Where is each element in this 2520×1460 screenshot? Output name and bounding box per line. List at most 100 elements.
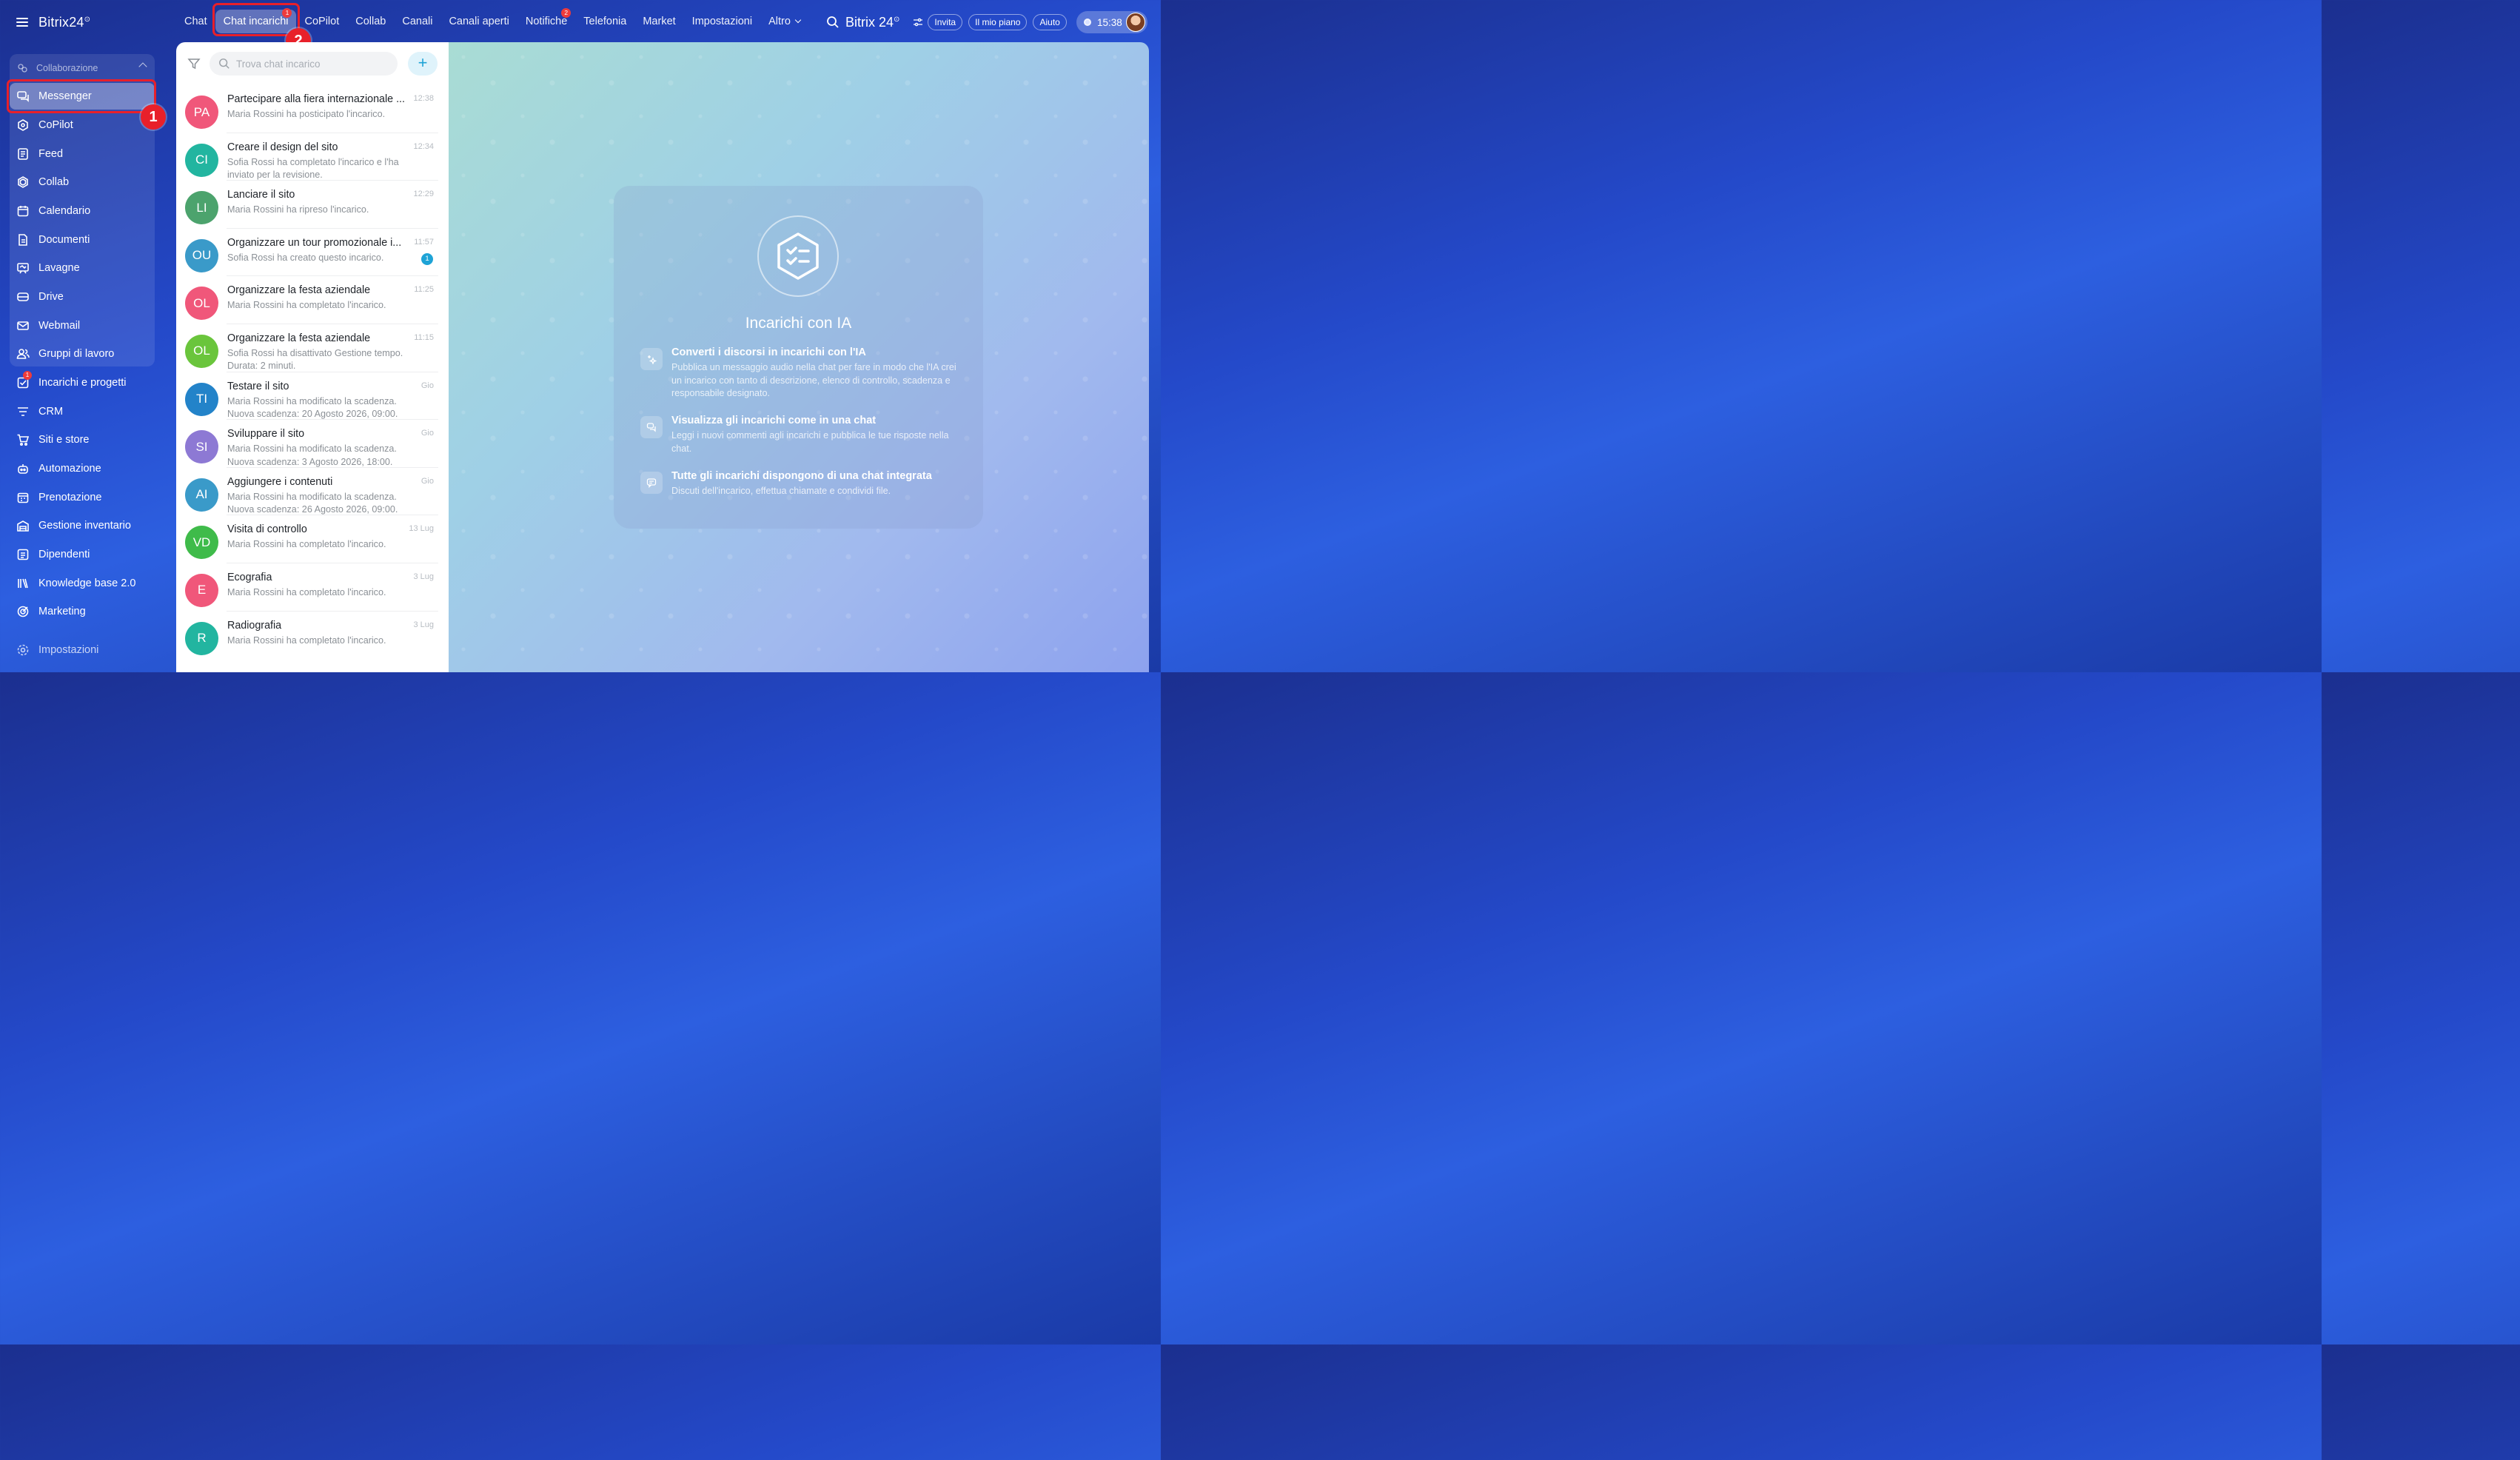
- sidebar-item-dipendenti[interactable]: Dipendenti: [10, 541, 155, 568]
- sidebar-item-automazione[interactable]: Automazione: [10, 455, 155, 482]
- task-title: Lanciare il sito: [227, 189, 295, 201]
- list-item[interactable]: OL Organizzare la festa aziendale 11:15 Sof…: [176, 324, 449, 372]
- avatar: OU: [185, 238, 218, 272]
- feature-description: Pubblica un messaggio audio nella chat p…: [671, 362, 956, 398]
- sidebar-item-marketing[interactable]: Marketing: [10, 598, 155, 625]
- list-item[interactable]: VD Visita di controllo 13 Lug Maria Rossini…: [176, 515, 449, 563]
- last-message: Sofia Rossi ha creato questo incarico.: [227, 252, 384, 263]
- sparkle-icon: [640, 348, 663, 370]
- sidebar-item-messenger[interactable]: Messenger: [10, 83, 155, 110]
- sidebar-item-gestione-inventario[interactable]: Gestione inventario: [10, 512, 155, 539]
- sidebar-item-knowledge-base[interactable]: Knowledge base 2.0: [10, 570, 155, 597]
- collaboration-group-header[interactable]: Collaborazione: [10, 61, 155, 76]
- sliders-icon[interactable]: [913, 17, 923, 27]
- timestamp: Gio: [420, 429, 434, 438]
- tab-notifiche[interactable]: Notifiche 2: [517, 8, 575, 33]
- plus-icon: +: [418, 53, 428, 72]
- brand-logo[interactable]: Bitrix 24⊙: [845, 15, 899, 30]
- timestamp: 3 Lug: [413, 572, 434, 581]
- sidebar-item-label: Marketing: [38, 606, 86, 617]
- task-title: Ecografia: [227, 571, 272, 583]
- chevron-down-icon: [794, 16, 802, 24]
- last-message: Sofia Rossi ha completato l'incarico e l…: [227, 156, 399, 181]
- task-chat-list-panel: + PA Partecipare alla fiera internazional…: [176, 42, 449, 672]
- logo-mark: ⊙: [84, 15, 91, 24]
- list-item[interactable]: E Ecografia 3 Lug Maria Rossini ha completa…: [176, 563, 449, 612]
- tab-label: Telefonia: [583, 16, 627, 27]
- sidebar-item-calendario[interactable]: Calendario: [10, 198, 155, 224]
- task-title: Visita di controllo: [227, 523, 307, 536]
- list-item[interactable]: CI Creare il design del sito 12:34 Sofia Ro…: [176, 133, 449, 181]
- tab-chat[interactable]: Chat: [176, 10, 215, 33]
- clock-time: 15:38: [1097, 16, 1122, 28]
- crm-icon: [16, 405, 30, 418]
- avatar: PA: [185, 96, 218, 129]
- robot-icon: [16, 462, 30, 475]
- tab-canali[interactable]: Canali: [394, 10, 440, 33]
- sidebar-item-gruppi-di-lavoro[interactable]: Gruppi di lavoro: [10, 341, 155, 367]
- timestamp: Gio: [420, 476, 434, 486]
- tab-collab[interactable]: Collab: [347, 10, 394, 33]
- sidebar-item-lavagne[interactable]: Lavagne: [10, 255, 155, 281]
- worktime-clock[interactable]: 15:38: [1076, 11, 1147, 33]
- my-plan-button[interactable]: Il mio piano: [968, 14, 1028, 30]
- workgroups-icon: [16, 347, 30, 361]
- list-item[interactable]: AI Aggiungere i contenuti Gio Maria Rossini…: [176, 468, 449, 516]
- avatar: LI: [185, 191, 218, 225]
- timestamp: 13 Lug: [409, 524, 434, 534]
- list-item[interactable]: OL Organizzare la festa aziendale 11:25 Mar…: [176, 276, 449, 324]
- app-logo[interactable]: Bitrix24⊙: [38, 15, 90, 30]
- tasks-icon: 1: [16, 371, 32, 389]
- tab-badge: 1: [282, 8, 292, 18]
- sidebar-item-siti-e-store[interactable]: Siti e store: [10, 426, 155, 453]
- sidebar-item-label: Lavagne: [38, 262, 80, 274]
- document-icon: [16, 233, 30, 247]
- sidebar-item-crm[interactable]: CRM: [10, 398, 155, 425]
- sidebar-item-label: Gruppi di lavoro: [38, 348, 115, 360]
- search-icon: [219, 58, 229, 69]
- tab-altro[interactable]: Altro: [760, 10, 808, 33]
- search-box: [210, 52, 398, 76]
- sidebar-item-documenti[interactable]: Documenti: [10, 227, 155, 253]
- tab-label: CoPilot: [304, 16, 340, 27]
- tab-label: Altro: [768, 16, 791, 27]
- list-item[interactable]: R Radiografia 3 Lug Maria Rossini ha comple…: [176, 612, 449, 660]
- help-button[interactable]: Aiuto: [1033, 14, 1067, 30]
- sidebar-item-incarichi-e-progetti[interactable]: 1 Incarichi e progetti: [10, 369, 155, 396]
- chevron-up-icon: [138, 62, 147, 71]
- list-item[interactable]: LI Lanciare il sito 12:29 Maria Rossini ha …: [176, 181, 449, 229]
- tab-label: Notifiche: [525, 16, 568, 27]
- sidebar-item-label: Calendario: [38, 205, 91, 217]
- sidebar-item-label: Gestione inventario: [38, 520, 131, 532]
- tab-canali-aperti[interactable]: Canali aperti: [440, 10, 517, 33]
- tab-impostazioni[interactable]: Impostazioni: [684, 10, 760, 33]
- filter-icon[interactable]: [187, 57, 201, 70]
- sidebar-item-webmail[interactable]: Webmail: [10, 312, 155, 339]
- sidebar-item-impostazioni[interactable]: Impostazioni: [10, 637, 155, 663]
- sidebar-item-collab[interactable]: Collab: [10, 169, 155, 195]
- sidebar-item-copilot[interactable]: CoPilot: [10, 112, 155, 138]
- invite-button[interactable]: Invita: [928, 14, 963, 30]
- sidebar-item-label: Dipendenti: [38, 549, 90, 560]
- list-item[interactable]: OU Organizzare un tour promozionale i... 1…: [176, 229, 449, 277]
- search-input[interactable]: [236, 58, 392, 70]
- list-item[interactable]: TI Testare il sito Gio Maria Rossini ha mod…: [176, 372, 449, 421]
- sidebar-item-drive[interactable]: Drive: [10, 284, 155, 310]
- user-avatar[interactable]: [1126, 13, 1145, 32]
- search-icon[interactable]: [826, 16, 840, 29]
- sidebar-item-label: Incarichi e progetti: [38, 377, 127, 389]
- cart-icon: [16, 433, 30, 446]
- tab-telefonia[interactable]: Telefonia: [575, 10, 634, 33]
- tab-chat-incarichi[interactable]: Chat incarichi 1: [215, 8, 297, 33]
- tab-label: Canali: [402, 16, 433, 27]
- list-item[interactable]: SI Sviluppare il sito Gio Maria Rossini ha …: [176, 420, 449, 468]
- list-item[interactable]: PA Partecipare alla fiera internazionale …: [176, 85, 449, 133]
- add-task-chat-button[interactable]: +: [408, 52, 438, 76]
- tab-market[interactable]: Market: [634, 10, 683, 33]
- sidebar-item-label: Automazione: [38, 463, 101, 475]
- unread-count-badge: 1: [421, 252, 433, 265]
- menu-icon[interactable]: [16, 18, 28, 27]
- sidebar-item-prenotazione[interactable]: Prenotazione: [10, 484, 155, 511]
- messenger-icon: [16, 90, 30, 103]
- sidebar-item-feed[interactable]: Feed: [10, 141, 155, 167]
